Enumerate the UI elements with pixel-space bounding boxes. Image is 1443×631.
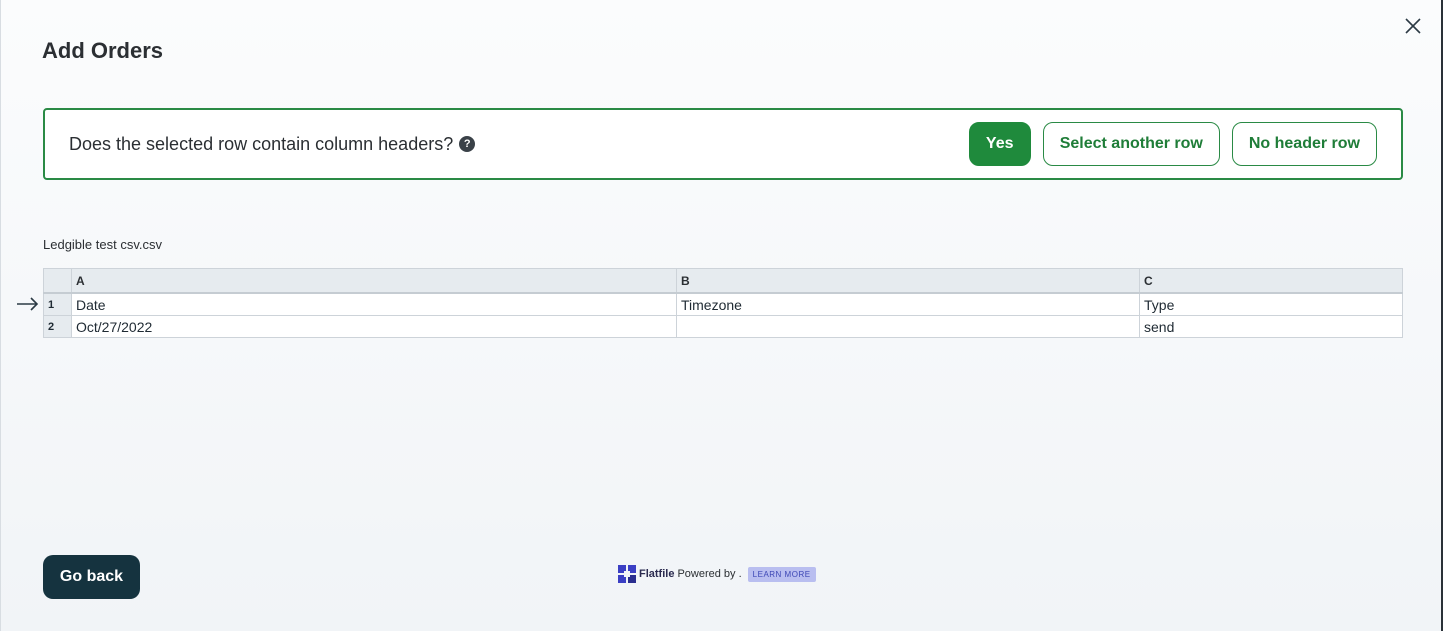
table-cell: send [1139,315,1403,338]
add-orders-modal: Add Orders Does the selected row contain… [0,0,1441,631]
row-number: 1 [43,292,72,316]
powered-by-text: Powered by . [677,568,742,580]
close-button[interactable] [1403,16,1423,36]
header-prompt-actions: Yes Select another row No header row [968,122,1377,166]
table-cell: Oct/27/2022 [71,315,677,338]
data-preview-table: A B C 1 Date Timezone Type 2 Oct/27/2022… [43,268,1403,338]
header-question-text: Does the selected row contain column hea… [69,133,454,154]
column-header[interactable]: A [71,268,677,294]
table-row[interactable]: 2 Oct/27/2022 send [43,315,1403,338]
table-header-row: A B C [43,268,1403,294]
row-number: 2 [43,315,72,338]
column-header[interactable]: C [1139,268,1403,294]
file-name: Ledgible test csv.csv [43,237,162,252]
close-icon [1405,18,1421,34]
table-row[interactable]: 1 Date Timezone Type [43,292,1403,316]
table-cell [676,315,1140,338]
selected-row-arrow-icon [17,297,39,311]
column-header[interactable]: B [676,268,1140,294]
corner-cell [43,268,72,294]
flatfile-logo-icon [618,565,636,583]
select-another-row-button[interactable]: Select another row [1042,122,1220,166]
yes-button[interactable]: Yes [968,122,1031,166]
learn-more-link[interactable]: LEARN MORE [747,566,816,582]
header-row-prompt: Does the selected row contain column hea… [43,108,1403,180]
powered-by-footer: Flatfile Powered by . LEARN MORE [618,565,816,583]
go-back-button[interactable]: Go back [43,555,140,599]
no-header-row-button[interactable]: No header row [1231,122,1377,166]
table-cell: Date [71,292,677,316]
help-icon[interactable]: ? [459,136,476,152]
modal-title: Add Orders [42,38,164,63]
brand-name: Flatfile [639,568,675,580]
table-cell: Type [1139,292,1403,316]
table-cell: Timezone [676,292,1140,316]
